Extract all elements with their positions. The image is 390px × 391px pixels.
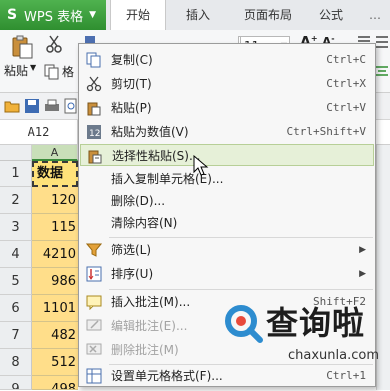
tab-home[interactable]: 开始 [110,0,166,30]
watermark-subtitle: chaxunla.com [288,348,379,363]
menu-item-cut[interactable]: 剪切(T) Ctrl+X [80,73,374,95]
title-bar: S WPS 表格 ▼ 开始 插入 页面布局 公式 … [0,0,390,30]
menu-item-paste[interactable]: 粘贴(P) Ctrl+V [80,97,374,119]
insert-comment-icon [86,294,102,311]
scissors-icon [86,76,102,92]
tab-page-layout[interactable]: 页面布局 [232,0,304,30]
copy-small-icon[interactable] [44,64,60,80]
chevron-down-icon: ▼ [89,10,96,20]
cell-a8[interactable]: 512 [32,349,78,376]
submenu-arrow-icon: ▶ [359,269,366,279]
app-title: WPS 表格 [24,9,84,25]
cell-a5[interactable]: 986 [32,268,78,295]
submenu-arrow-icon: ▶ [359,245,366,255]
app-menu-button[interactable]: S WPS 表格 ▼ [0,0,106,30]
paste-special-icon [87,148,103,164]
menu-item-insert-copied-cells[interactable]: 插入复制单元格(E)... [80,168,374,190]
open-folder-icon[interactable] [4,98,20,114]
copy-icon [86,52,102,68]
menu-item-filter[interactable]: 筛选(L) ▶ [80,239,374,261]
row-header[interactable]: 8 [0,349,32,376]
row-header[interactable]: 5 [0,268,32,295]
menu-separator [109,237,373,238]
delete-comment-icon [86,342,102,358]
align-middle-icon[interactable] [374,34,390,50]
row-header[interactable]: 2 [0,187,32,214]
paste-icon[interactable] [10,34,34,60]
row-header[interactable]: 3 [0,214,32,241]
menu-item-copy[interactable]: 复制(C) Ctrl+C [80,49,374,71]
mouse-cursor-icon [193,154,209,177]
menu-item-paste-special[interactable]: 选择性粘贴(S)... [80,144,374,166]
cell-a2[interactable]: 120 [32,187,78,214]
column-header-a[interactable]: A [32,145,78,161]
align-center-icon[interactable] [374,64,390,80]
row-header[interactable]: 6 [0,295,32,322]
magnifier-logo-icon [222,302,264,344]
print-icon[interactable] [44,98,60,114]
cell-a3[interactable]: 115 [32,214,78,241]
select-all-corner[interactable] [0,145,32,161]
svg-text:12: 12 [89,129,100,139]
sort-icon [86,266,102,282]
format-cells-icon [86,368,102,384]
paste-dropdown-icon[interactable]: ▼ [30,63,36,72]
paste-icon [86,100,102,116]
wps-logo-icon: S [6,7,18,23]
print-preview-icon[interactable] [64,98,78,114]
watermark: 查询啦 chaxunla.com [222,296,390,390]
edit-comment-icon [86,318,102,334]
menu-item-clear-contents[interactable]: 清除内容(N) [80,212,374,234]
cell-a9[interactable]: 498 [32,376,78,390]
row-header[interactable]: 7 [0,322,32,349]
row-header[interactable]: 4 [0,241,32,268]
menu-item-delete[interactable]: 删除(D)... [80,190,374,212]
menu-separator [109,289,373,290]
tab-formulas[interactable]: 公式 [306,0,356,30]
watermark-title: 查询啦 [266,304,366,342]
paste-label[interactable]: 粘贴 [4,62,28,79]
paste-values-icon: 12 [86,124,102,140]
name-box[interactable]: A12 [0,120,78,144]
row-header[interactable]: 9 [0,376,32,390]
cell-a4[interactable]: 4210 [32,241,78,268]
row-header[interactable]: 1 [0,161,32,187]
cell-a7[interactable]: 482 [32,322,78,349]
scissors-icon[interactable] [44,34,64,54]
save-icon[interactable] [24,98,40,114]
menu-item-paste-values[interactable]: 12 粘贴为数值(V) Ctrl+Shift+V [80,121,374,143]
cell-a6[interactable]: 1101 [32,295,78,322]
filter-icon [85,242,103,258]
menu-item-sort[interactable]: 排序(U) ▶ [80,263,374,285]
tab-insert[interactable]: 插入 [170,0,226,30]
cell-a1[interactable]: 数据 [32,161,78,187]
more-tabs-icon[interactable]: … [360,0,390,30]
format-painter-label-clipped[interactable]: 格 [62,63,74,80]
